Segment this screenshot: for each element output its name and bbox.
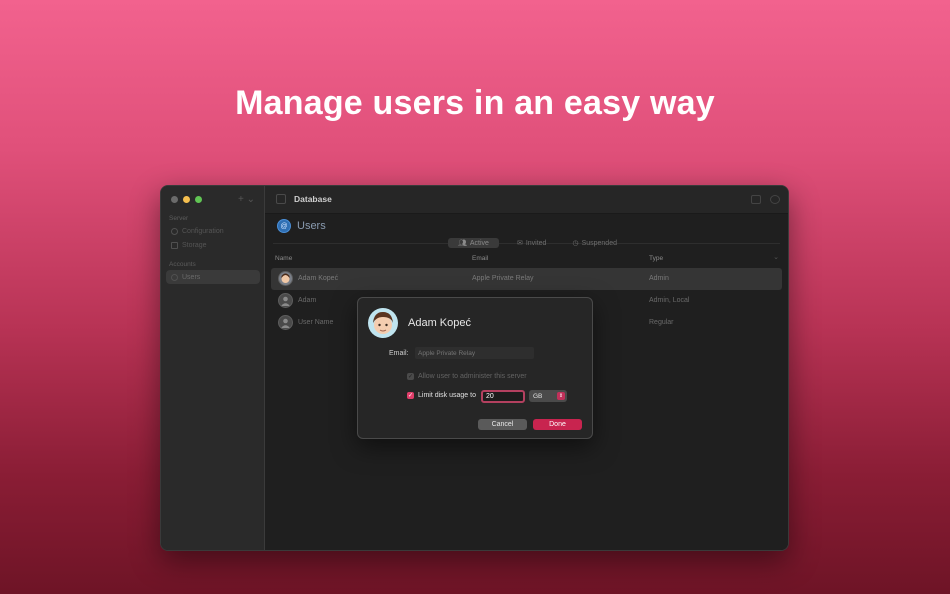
sidebar-section-server: Server <box>169 215 189 222</box>
toolbar: Database <box>265 186 788 214</box>
avatar <box>278 271 293 286</box>
folder-icon[interactable] <box>751 195 761 204</box>
tab-label: Active <box>469 239 489 247</box>
disk-unit-select[interactable]: GB ⇕ <box>529 390 567 402</box>
tab-invited[interactable]: ✉︎ Invited <box>509 238 555 248</box>
column-header-email[interactable]: Email <box>472 255 488 262</box>
sidebar-item-storage[interactable]: Storage <box>166 238 260 252</box>
disk-limit-label: Limit disk usage to <box>418 392 476 399</box>
traffic-lights <box>171 196 202 203</box>
avatar <box>278 315 293 330</box>
sidebar-item-users[interactable]: Users <box>166 270 260 284</box>
tab-active[interactable]: 👥︎ Active <box>448 238 499 248</box>
gear-icon <box>171 227 178 235</box>
user-email-cell: Apple Private Relay <box>472 275 534 282</box>
database-icon <box>276 194 286 204</box>
sidebar-item-label: Configuration <box>182 227 224 235</box>
admin-checkbox-row[interactable]: ✓ Allow user to administer this server <box>407 373 527 380</box>
tab-label: Suspended <box>581 239 617 247</box>
headline: Manage users in an easy way <box>235 84 715 122</box>
folder-icon <box>171 241 178 249</box>
column-header-type[interactable]: Type <box>649 255 663 262</box>
user-name-cell: Adam <box>298 297 317 304</box>
user-name-cell: User Name <box>298 319 334 326</box>
sidebar-section-accounts: Accounts <box>169 261 196 268</box>
tab-label: Invited <box>525 239 547 247</box>
user-type-cell: Admin, Local <box>649 297 690 304</box>
dialog-user-name: Adam Kopeć <box>408 317 471 329</box>
user-type-cell: Admin <box>649 275 669 282</box>
users-app-icon: @ <box>277 219 291 233</box>
user-type-cell: Regular <box>649 319 674 326</box>
sidebar-item-label: Users <box>182 273 201 281</box>
sidebar: + ⌄ Server Configuration Storage Account… <box>161 186 265 550</box>
disk-limit-input[interactable] <box>481 390 525 403</box>
done-button[interactable]: Done <box>533 419 582 430</box>
people-icon: 👥︎ <box>458 240 467 247</box>
minimize-window-button[interactable] <box>183 196 190 203</box>
column-header-name[interactable]: Name <box>275 255 292 262</box>
add-server-icon[interactable]: + ⌄ <box>238 194 255 205</box>
disk-unit-value: GB <box>533 392 543 400</box>
email-field[interactable] <box>415 347 534 359</box>
disk-limit-checkbox-row[interactable]: ✓ Limit disk usage to <box>407 392 476 399</box>
maximize-window-button[interactable] <box>195 196 202 203</box>
envelope-icon: ✉︎ <box>516 240 523 247</box>
page-header: @ Users <box>277 219 326 233</box>
table-row[interactable]: Adam Kopeć Apple Private Relay Admin <box>271 268 782 290</box>
avatar <box>368 308 398 338</box>
user-name-cell: Adam Kopeć <box>298 275 339 282</box>
sort-chevron-icon[interactable]: ⌄ <box>773 253 779 261</box>
sidebar-item-label: Storage <box>182 241 207 249</box>
admin-checkbox-label: Allow user to administer this server <box>418 373 527 380</box>
status-tabs: 👥︎ Active ✉︎ Invited ◷ Suspended <box>448 238 625 248</box>
page-title: Users <box>297 220 326 232</box>
clock-icon: ◷ <box>572 240 579 247</box>
cancel-button[interactable]: Cancel <box>478 419 527 430</box>
tab-suspended[interactable]: ◷ Suspended <box>564 238 625 248</box>
edit-user-dialog: Adam Kopeć Email: ✓ Allow user to admini… <box>357 297 593 439</box>
person-icon <box>171 273 178 281</box>
admin-checkbox[interactable]: ✓ <box>407 373 414 380</box>
toolbar-title: Database <box>294 194 332 204</box>
email-label: Email: <box>389 350 409 357</box>
info-icon[interactable] <box>770 195 780 204</box>
close-window-button[interactable] <box>171 196 178 203</box>
sidebar-item-configuration[interactable]: Configuration <box>166 224 260 238</box>
disk-limit-checkbox[interactable]: ✓ <box>407 392 414 399</box>
avatar <box>278 293 293 308</box>
chevron-updown-icon: ⇕ <box>557 392 565 400</box>
